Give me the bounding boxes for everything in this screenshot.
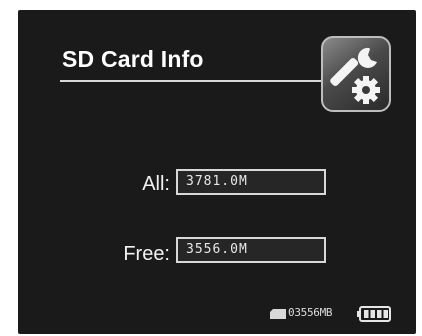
remaining-storage: 03556MB [288,306,333,319]
battery-bar [383,310,388,318]
title-underline [60,80,322,82]
battery-bar [364,310,369,318]
battery-bar [370,310,375,318]
wrench-gear-icon[interactable] [321,36,391,112]
device-screen: SD Card Info All: 3781.0M Free: 3556.0M … [18,10,416,334]
free-capacity-field: 3556.0M [176,237,326,263]
battery-bar [377,310,382,318]
all-label: All: [142,173,170,195]
page-title: SD Card Info [62,46,204,72]
sd-card-icon [270,309,286,319]
free-label: Free: [123,243,170,265]
all-capacity-field: 3781.0M [176,169,326,195]
battery-icon [357,306,391,322]
